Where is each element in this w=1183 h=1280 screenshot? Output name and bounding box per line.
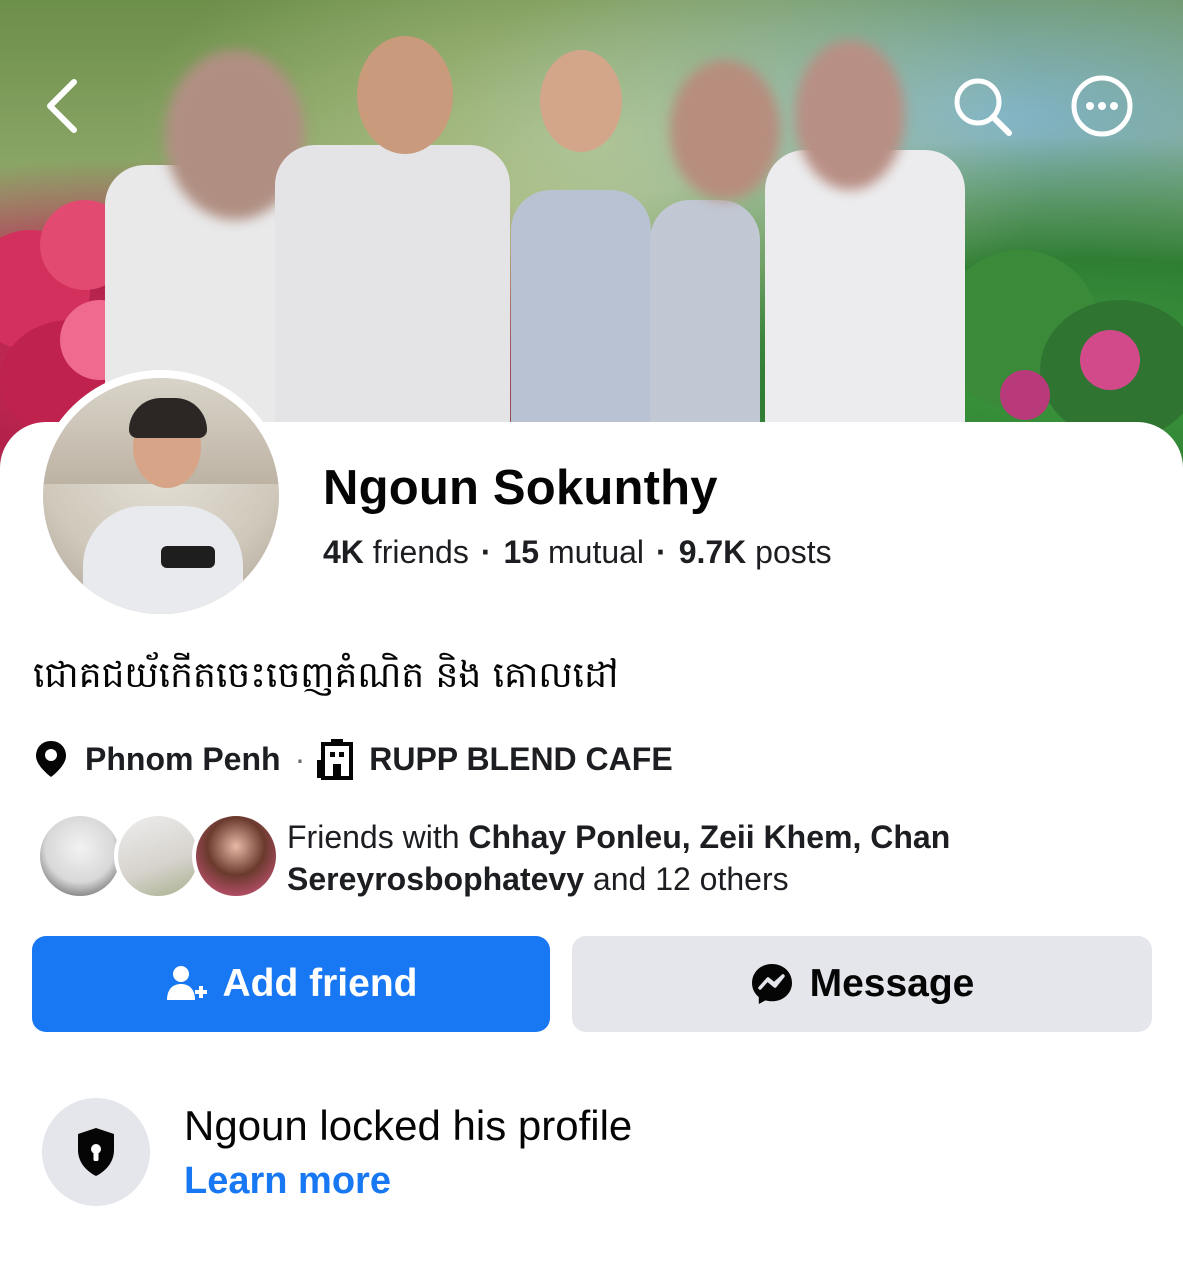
add-friend-icon [165, 964, 207, 1004]
mutual-friends-avatars[interactable] [36, 812, 280, 900]
workplace-text[interactable]: RUPP BLEND CAFE [369, 741, 672, 778]
avatar-photo [43, 378, 279, 614]
mutual-friends-text[interactable]: Friends with Chhay Ponleu, Zeii Khem, Ch… [287, 816, 1057, 900]
search-icon [954, 78, 1012, 136]
messenger-icon [750, 962, 794, 1006]
more-options-icon [1071, 75, 1133, 137]
profile-stats: 4K friends · 15 mutual · 9.7K posts [323, 534, 832, 570]
mutual-avatar-2 [114, 812, 202, 900]
mutual-avatar-3 [192, 812, 280, 900]
mutual-stat[interactable]: 15 mutual [504, 534, 645, 570]
profile-details: Phnom Penh · RUPP BLEND CAFE [33, 738, 673, 780]
add-friend-label: Add friend [222, 962, 418, 1005]
location-text[interactable]: Phnom Penh [85, 741, 281, 778]
learn-more-link[interactable]: Learn more [184, 1160, 391, 1203]
location-pin-icon [36, 741, 66, 777]
more-options-button[interactable] [1070, 74, 1134, 138]
friends-stat[interactable]: 4K friends [323, 534, 469, 570]
details-separator: · [294, 740, 306, 777]
profile-name: Ngoun Sokunthy [323, 461, 718, 515]
mutual-avatar-1 [36, 812, 124, 900]
add-friend-button[interactable]: Add friend [32, 936, 550, 1032]
locked-profile-title: Ngoun locked his profile [184, 1102, 633, 1149]
posts-stat[interactable]: 9.7K posts [679, 534, 832, 570]
workplace-building-icon [317, 739, 354, 780]
search-button[interactable] [950, 74, 1014, 138]
locked-profile-badge [42, 1098, 150, 1206]
chevron-left-icon [47, 79, 77, 133]
profile-bio: ជោគជយ័កើតចេះចេញគំណិត និង គោលដៅ [33, 655, 619, 696]
message-label: Message [809, 962, 975, 1005]
profile-avatar[interactable] [35, 370, 287, 622]
back-button[interactable] [30, 74, 94, 138]
shield-lock-icon [78, 1128, 114, 1176]
message-button[interactable]: Message [572, 936, 1152, 1032]
